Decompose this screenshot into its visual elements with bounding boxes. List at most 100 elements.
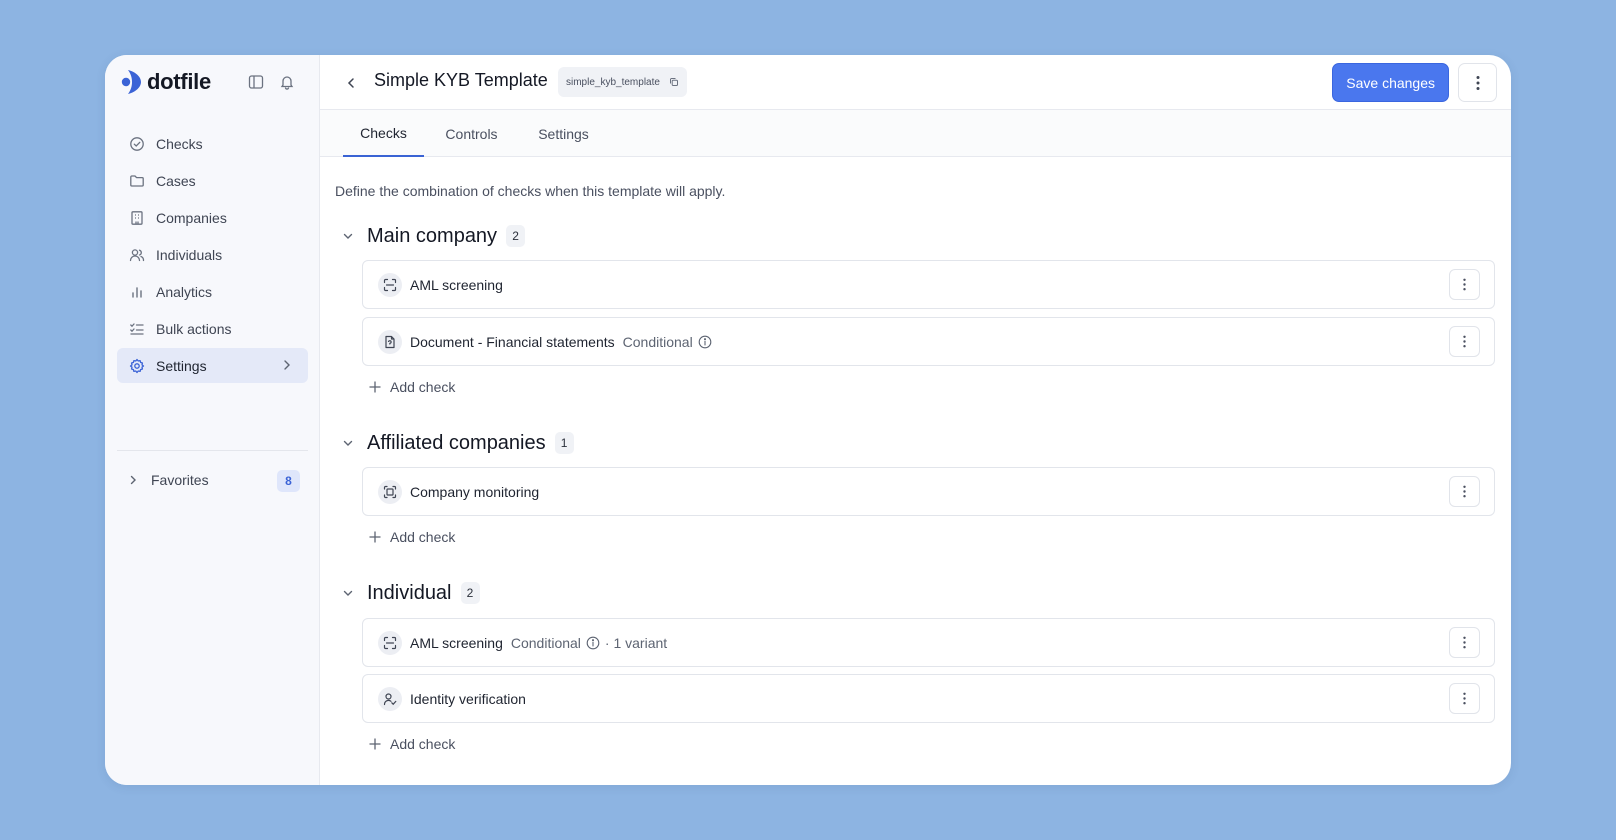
copy-icon[interactable] xyxy=(669,77,679,87)
more-options-button[interactable] xyxy=(1458,63,1497,102)
check-row[interactable]: Identity verification xyxy=(362,674,1495,723)
app-window: dotfile Checks Cases Companies Individua… xyxy=(105,55,1511,785)
more-vertical-icon xyxy=(1463,335,1466,348)
main-panel: Simple KYB Template simple_kyb_template … xyxy=(320,55,1511,785)
chevron-down-icon xyxy=(342,230,356,242)
sidebar-item-label: Analytics xyxy=(156,283,213,300)
tab-checks[interactable]: Checks xyxy=(343,110,424,157)
sidebar-item-analytics[interactable]: Analytics xyxy=(117,274,308,309)
building-icon xyxy=(128,209,145,226)
intro-text: Define the combination of checks when th… xyxy=(335,183,726,199)
sidebar-item-label: Companies xyxy=(156,209,227,226)
sidebar-item-cases[interactable]: Cases xyxy=(117,163,308,198)
section-count-badge: 1 xyxy=(554,432,574,454)
folder-icon xyxy=(128,172,145,189)
back-button[interactable] xyxy=(340,72,362,94)
add-check-button[interactable]: Add check xyxy=(369,732,455,756)
template-slug: simple_kyb_template xyxy=(566,76,660,88)
conditional-label: Conditional xyxy=(510,634,581,651)
info-icon[interactable] xyxy=(586,636,600,650)
sidebar-item-label: Checks xyxy=(156,135,203,152)
more-vertical-icon xyxy=(1463,636,1466,649)
checks-content: Define the combination of checks when th… xyxy=(320,157,1511,785)
chevron-left-icon xyxy=(347,78,354,88)
sidebar-item-individuals[interactable]: Individuals xyxy=(117,237,308,272)
section-header-affiliated-companies[interactable]: Affiliated companies 1 xyxy=(342,430,574,456)
check-row[interactable]: AML screening xyxy=(362,260,1495,309)
check-options-button[interactable] xyxy=(1449,269,1480,300)
monitor-scan-icon xyxy=(378,479,402,504)
section-header-individual[interactable]: Individual 2 xyxy=(342,580,480,606)
page-title: Simple KYB Template xyxy=(374,70,548,90)
sidebar-nav: Checks Cases Companies Individuals Analy… xyxy=(117,126,308,385)
sidebar-item-bulk-actions[interactable]: Bulk actions xyxy=(117,311,308,346)
more-vertical-icon xyxy=(1463,692,1466,705)
sidebar-item-label: Settings xyxy=(156,357,207,374)
scan-icon xyxy=(378,630,402,655)
section-title: Affiliated companies xyxy=(367,431,546,454)
user-check-icon xyxy=(378,686,402,711)
tab-settings[interactable]: Settings xyxy=(531,110,596,157)
add-check-label: Add check xyxy=(390,379,456,395)
plus-icon xyxy=(369,381,381,393)
check-name: Company monitoring xyxy=(410,483,540,500)
sidebar-item-checks[interactable]: Checks xyxy=(117,126,308,161)
save-changes-button[interactable]: Save changes xyxy=(1332,63,1449,102)
list-checks-icon xyxy=(128,320,145,337)
conditional-label: Conditional xyxy=(622,333,693,350)
section-header-main-company[interactable]: Main company 2 xyxy=(342,223,526,249)
chevron-down-icon xyxy=(342,437,356,449)
brand-name: dotfile xyxy=(147,69,211,94)
check-name: AML screening xyxy=(410,276,503,293)
add-check-button[interactable]: Add check xyxy=(369,525,455,549)
plus-icon xyxy=(369,531,381,543)
brand-logo[interactable]: dotfile xyxy=(120,69,211,95)
chevron-right-icon xyxy=(127,474,139,486)
chevron-right-icon xyxy=(280,358,294,375)
tab-bar: Checks Controls Settings xyxy=(320,110,1511,157)
sidebar-divider xyxy=(117,450,308,451)
check-name: Document - Financial statements xyxy=(410,333,615,350)
sidebar-item-settings[interactable]: Settings xyxy=(117,348,308,383)
section-title: Individual xyxy=(367,581,452,604)
check-options-button[interactable] xyxy=(1449,627,1480,658)
check-options-button[interactable] xyxy=(1449,683,1480,714)
bar-chart-icon xyxy=(128,283,145,300)
dotfile-logo-icon xyxy=(121,70,141,94)
sidebar-item-label: Cases xyxy=(156,172,196,189)
more-vertical-icon xyxy=(1463,278,1466,291)
plus-icon xyxy=(369,738,381,750)
add-check-label: Add check xyxy=(390,736,456,752)
section-count-badge: 2 xyxy=(460,582,480,604)
favorites-label: Favorites xyxy=(151,472,209,488)
section-title: Main company xyxy=(367,224,498,247)
template-slug-chip[interactable]: simple_kyb_template xyxy=(558,67,687,97)
more-vertical-icon xyxy=(1476,75,1479,90)
favorites-count-badge: 8 xyxy=(277,470,300,492)
scan-icon xyxy=(378,272,402,297)
info-icon[interactable] xyxy=(698,335,712,349)
document-icon xyxy=(378,329,402,354)
add-check-label: Add check xyxy=(390,529,456,545)
sidebar-item-companies[interactable]: Companies xyxy=(117,200,308,235)
check-name: Identity verification xyxy=(410,690,526,707)
check-row[interactable]: Document - Financial statements Conditio… xyxy=(362,317,1495,366)
check-options-button[interactable] xyxy=(1449,476,1480,507)
check-name: AML screening xyxy=(410,634,503,651)
more-vertical-icon xyxy=(1463,485,1466,498)
check-row[interactable]: Company monitoring xyxy=(362,467,1495,516)
bell-icon[interactable] xyxy=(277,72,297,92)
check-options-button[interactable] xyxy=(1449,326,1480,357)
users-icon xyxy=(128,246,145,263)
sidebar: dotfile Checks Cases Companies Individua… xyxy=(105,55,320,785)
sidebar-item-label: Bulk actions xyxy=(156,320,232,337)
add-check-button[interactable]: Add check xyxy=(369,375,455,399)
chevron-down-icon xyxy=(342,587,356,599)
sidebar-item-label: Individuals xyxy=(156,246,223,263)
topbar: Simple KYB Template simple_kyb_template … xyxy=(320,55,1511,110)
tab-controls[interactable]: Controls xyxy=(437,110,506,157)
check-row[interactable]: AML screening Conditional · 1 variant xyxy=(362,618,1495,667)
check-circle-icon xyxy=(128,135,145,152)
sidebar-toggle-icon[interactable] xyxy=(246,72,266,92)
favorites-toggle[interactable]: Favorites 8 xyxy=(117,465,308,495)
